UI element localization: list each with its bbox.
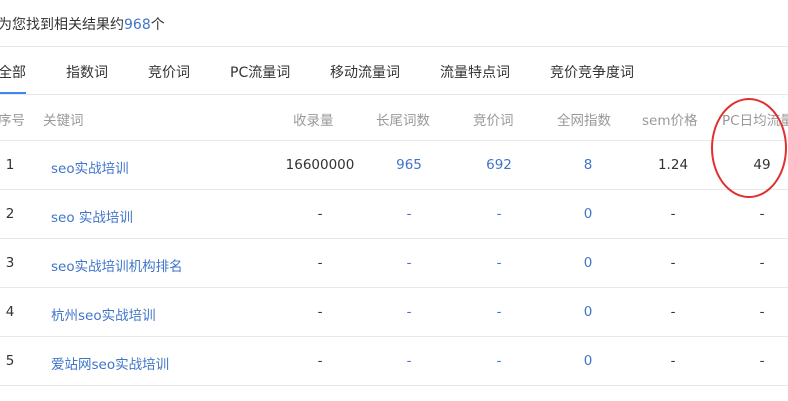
sem-price: - — [670, 304, 676, 320]
bid-count: - — [496, 304, 502, 320]
longtail-count: - — [406, 255, 412, 271]
row-index: 4 — [5, 304, 15, 320]
col-index: 序号 — [0, 113, 25, 129]
bid-count: - — [496, 255, 502, 271]
sem-price: - — [670, 255, 676, 271]
indexed-count: - — [317, 255, 323, 271]
divider — [0, 46, 788, 47]
keyword-link[interactable]: seo 实战培训 — [51, 206, 133, 226]
bid-count[interactable]: 692 — [486, 157, 512, 173]
indexed-count: - — [317, 206, 323, 222]
keyword-link[interactable]: seo实战培训机构排名 — [51, 255, 183, 275]
result-summary: 为您找到相关结果约968个 — [0, 14, 165, 34]
sem-price: - — [670, 353, 676, 369]
col-bid: 竞价词 — [473, 113, 514, 129]
bid-count: - — [496, 353, 502, 369]
tab-pc-traffic[interactable]: PC流量词 — [230, 62, 290, 82]
longtail-count: - — [406, 304, 412, 320]
result-count: 968 — [124, 17, 151, 33]
col-indexed: 收录量 — [293, 113, 334, 129]
sem-price: 1.24 — [657, 157, 689, 173]
col-sem-price: sem价格 — [642, 113, 698, 129]
divider — [0, 287, 788, 288]
divider — [0, 238, 788, 239]
keyword-link[interactable]: 杭州seo实战培训 — [51, 304, 156, 324]
tab-bid-words[interactable]: 竞价词 — [148, 62, 190, 82]
indexed-count: - — [317, 353, 323, 369]
longtail-count: - — [406, 206, 412, 222]
pc-daily-traffic: - — [759, 206, 765, 222]
sem-price: - — [670, 206, 676, 222]
divider — [0, 94, 788, 95]
web-index[interactable]: 0 — [584, 304, 593, 320]
tab-all[interactable]: 全部 — [0, 62, 26, 82]
divider — [0, 385, 788, 386]
pc-daily-traffic: - — [759, 353, 765, 369]
indexed-count: - — [317, 304, 323, 320]
tab-index-words[interactable]: 指数词 — [66, 62, 108, 82]
tab-traffic-features[interactable]: 流量特点词 — [440, 62, 510, 82]
bid-count: - — [496, 206, 502, 222]
longtail-count: - — [406, 353, 412, 369]
divider — [0, 336, 788, 337]
divider — [0, 189, 788, 190]
pc-daily-traffic: - — [759, 255, 765, 271]
row-index: 1 — [5, 157, 15, 173]
longtail-count[interactable]: 965 — [396, 157, 422, 173]
col-longtail: 长尾词数 — [376, 113, 430, 129]
row-index: 5 — [5, 353, 15, 369]
col-keyword: 关键词 — [43, 113, 84, 129]
web-index[interactable]: 0 — [584, 206, 593, 222]
keyword-link[interactable]: seo实战培训 — [51, 157, 129, 177]
row-index: 3 — [5, 255, 15, 271]
keyword-link[interactable]: 爱站网seo实战培训 — [51, 353, 169, 373]
highlight-circle — [711, 98, 787, 198]
indexed-count: 16600000 — [285, 157, 355, 173]
web-index[interactable]: 8 — [584, 157, 593, 173]
summary-suffix: 个 — [150, 17, 165, 33]
web-index[interactable]: 0 — [584, 353, 593, 369]
pc-daily-traffic: - — [759, 304, 765, 320]
web-index[interactable]: 0 — [584, 255, 593, 271]
col-web-index: 全网指数 — [557, 113, 611, 129]
tab-mobile-traffic[interactable]: 移动流量词 — [330, 62, 400, 82]
row-index: 2 — [5, 206, 15, 222]
divider — [0, 140, 788, 141]
summary-text: 为您找到相关结果约 — [0, 17, 124, 33]
tab-bid-competition[interactable]: 竞价竞争度词 — [550, 62, 634, 82]
